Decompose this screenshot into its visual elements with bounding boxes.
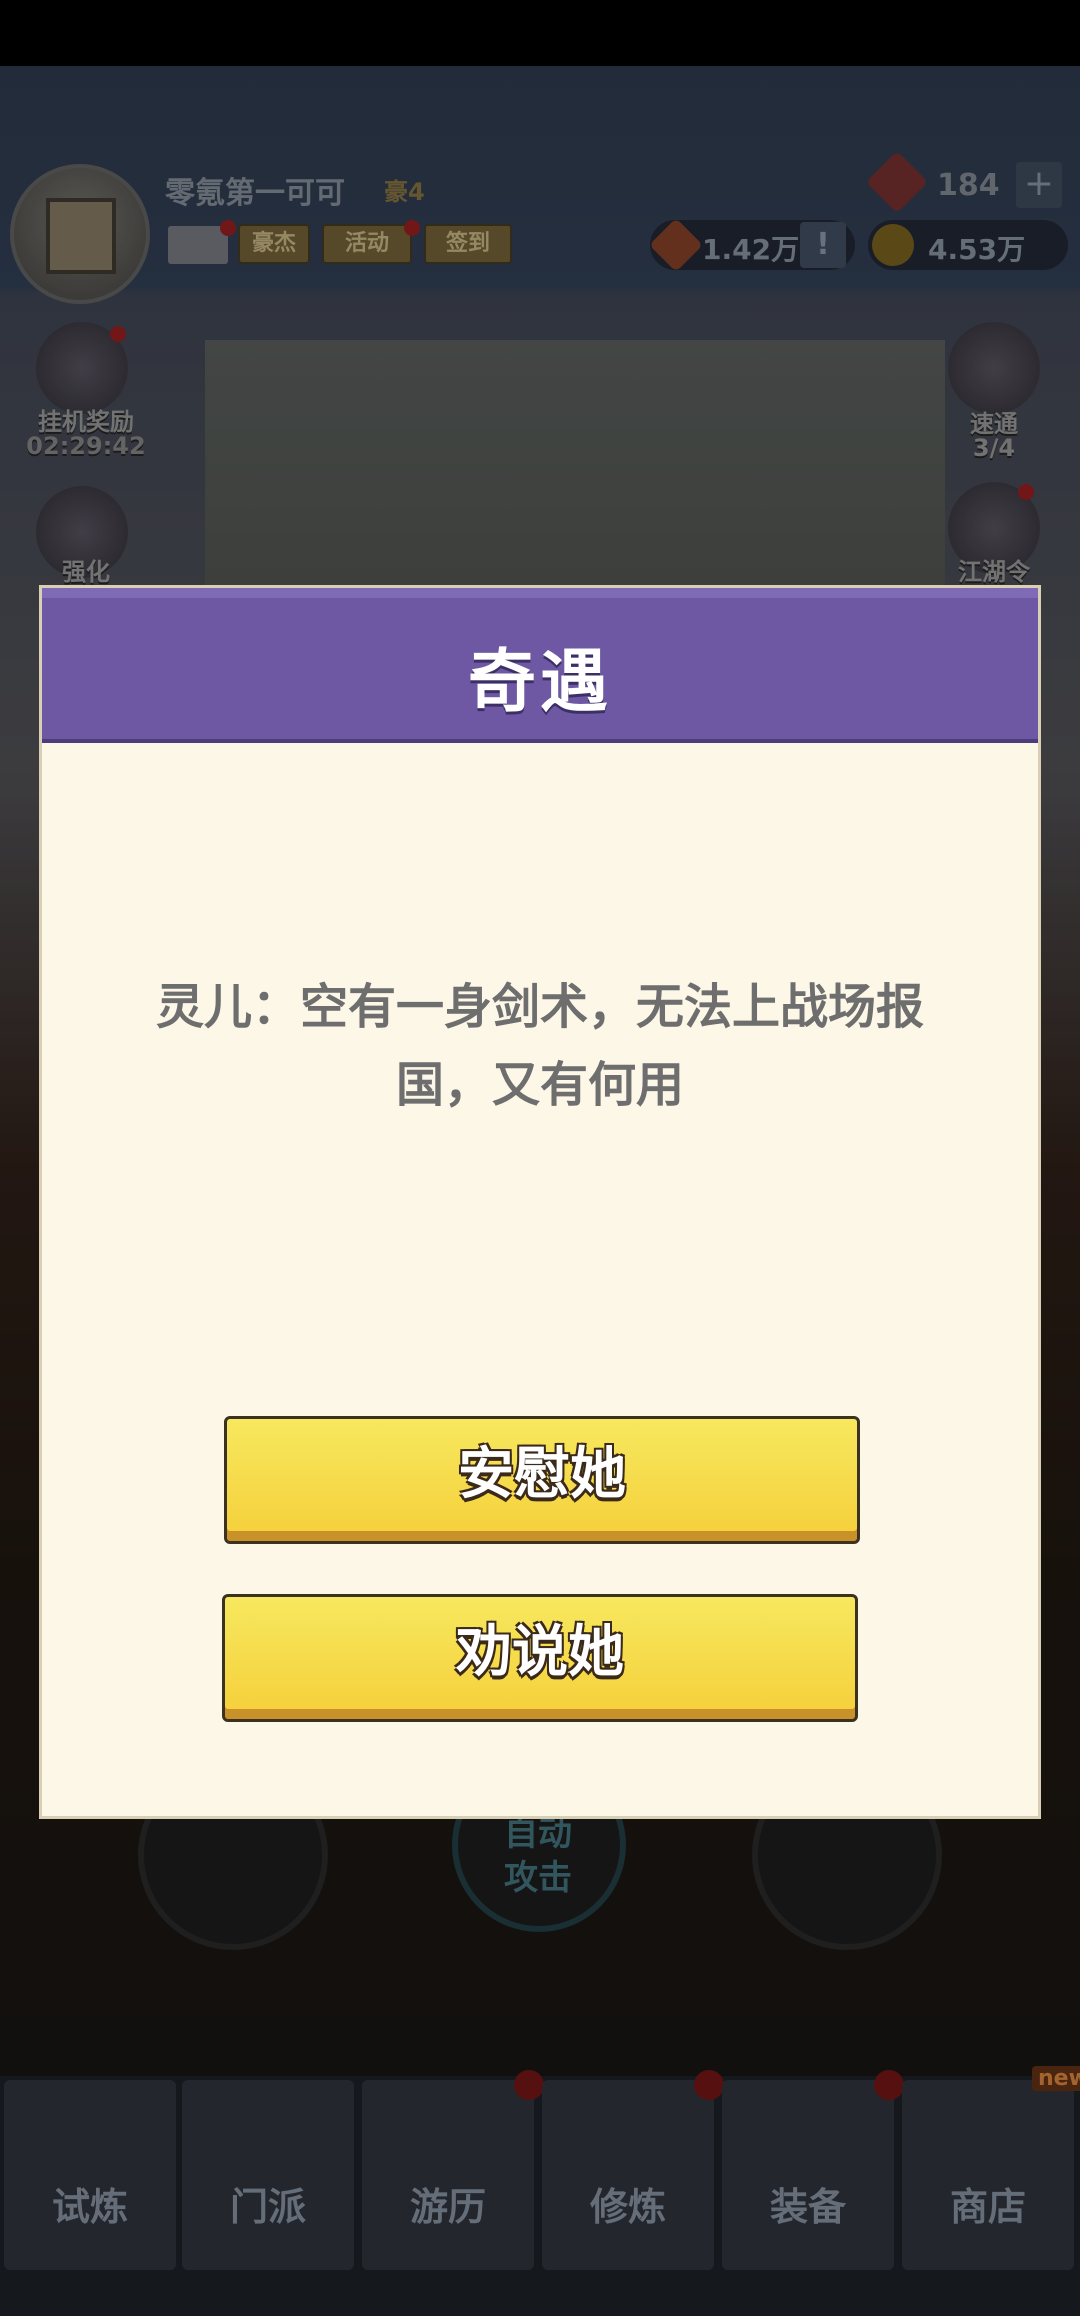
comfort-her-button[interactable]: 安慰她 — [224, 1416, 860, 1544]
top-status-strip — [0, 0, 1080, 66]
persuade-her-button[interactable]: 劝说她 — [222, 1594, 858, 1722]
encounter-dialog: 奇遇 灵儿：空有一身剑术，无法上战场报国，又有何用 安慰她 劝说她 — [42, 588, 1038, 1816]
dialog-header: 奇遇 — [42, 588, 1038, 743]
dialog-title: 奇遇 — [467, 643, 612, 722]
dialog-message: 灵儿：空有一身剑术，无法上战场报国，又有何用 — [155, 979, 924, 1113]
